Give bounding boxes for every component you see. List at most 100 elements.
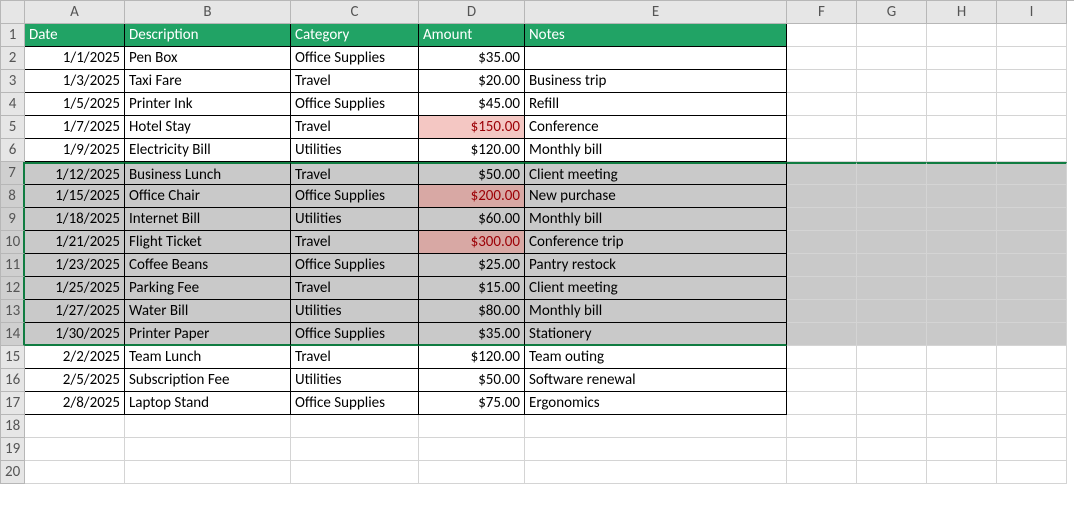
cell-category[interactable]: Utilities (291, 208, 419, 231)
col-header-A[interactable]: A (25, 1, 125, 24)
cell-date[interactable]: 1/9/2025 (25, 139, 125, 162)
cell-date[interactable]: 1/1/2025 (25, 47, 125, 70)
row-header-8[interactable]: 8 (1, 185, 25, 208)
cell-blank[interactable] (857, 47, 927, 70)
select-all-corner[interactable] (1, 1, 25, 24)
cell-blank[interactable] (927, 277, 997, 300)
cell-empty[interactable] (525, 438, 787, 461)
col-header-H[interactable]: H (927, 1, 997, 24)
cell-date[interactable]: 1/15/2025 (25, 185, 125, 208)
cell-description[interactable]: Printer Paper (125, 323, 291, 346)
cell-category[interactable]: Travel (291, 162, 419, 185)
row-header-6[interactable]: 6 (1, 139, 25, 162)
cell-blank[interactable] (787, 231, 857, 254)
cell-empty[interactable] (787, 415, 857, 438)
cell-blank[interactable] (997, 24, 1067, 47)
cell-blank[interactable] (997, 254, 1067, 277)
cell-amount[interactable]: $45.00 (419, 93, 525, 116)
cell-date[interactable]: 1/18/2025 (25, 208, 125, 231)
row-header-1[interactable]: 1 (1, 24, 25, 47)
cell-description[interactable]: Printer Ink (125, 93, 291, 116)
cell-category[interactable]: Office Supplies (291, 185, 419, 208)
cell-notes[interactable]: Conference (525, 116, 787, 139)
row-header-15[interactable]: 15 (1, 346, 25, 369)
cell-blank[interactable] (787, 300, 857, 323)
row-header-20[interactable]: 20 (1, 461, 25, 484)
cell-blank[interactable] (857, 323, 927, 346)
row-header-16[interactable]: 16 (1, 369, 25, 392)
row-header-13[interactable]: 13 (1, 300, 25, 323)
cell-description[interactable]: Water Bill (125, 300, 291, 323)
cell-date[interactable]: 1/3/2025 (25, 70, 125, 93)
col-header-F[interactable]: F (787, 1, 857, 24)
cell-date[interactable]: 1/27/2025 (25, 300, 125, 323)
cell-date[interactable]: 1/12/2025 (25, 162, 125, 185)
cell-description[interactable]: Laptop Stand (125, 392, 291, 415)
cell-description[interactable]: Business Lunch (125, 162, 291, 185)
cell-blank[interactable] (927, 208, 997, 231)
cell-blank[interactable] (927, 369, 997, 392)
cell-blank[interactable] (787, 116, 857, 139)
cell-empty[interactable] (125, 415, 291, 438)
cell-empty[interactable] (419, 415, 525, 438)
cell-blank[interactable] (927, 24, 997, 47)
cell-description[interactable]: Flight Ticket (125, 231, 291, 254)
cell-empty[interactable] (291, 438, 419, 461)
cell-category[interactable]: Office Supplies (291, 47, 419, 70)
cell-blank[interactable] (857, 116, 927, 139)
cell-blank[interactable] (997, 369, 1067, 392)
cell-description[interactable]: Team Lunch (125, 346, 291, 369)
row-header-5[interactable]: 5 (1, 116, 25, 139)
col-header-G[interactable]: G (857, 1, 927, 24)
cell-amount[interactable]: $50.00 (419, 369, 525, 392)
cell-notes[interactable] (525, 47, 787, 70)
cell-notes[interactable]: New purchase (525, 185, 787, 208)
cell-date[interactable]: 1/23/2025 (25, 254, 125, 277)
cell-description[interactable]: Subscription Fee (125, 369, 291, 392)
cell-blank[interactable] (997, 300, 1067, 323)
cell-description[interactable]: Office Chair (125, 185, 291, 208)
cell-blank[interactable] (787, 93, 857, 116)
cell-blank[interactable] (857, 70, 927, 93)
row-header-4[interactable]: 4 (1, 93, 25, 116)
cell-blank[interactable] (927, 392, 997, 415)
cell-description[interactable]: Pen Box (125, 47, 291, 70)
cell-blank[interactable] (787, 47, 857, 70)
cell-blank[interactable] (927, 139, 997, 162)
cell-category[interactable]: Travel (291, 116, 419, 139)
row-header-12[interactable]: 12 (1, 277, 25, 300)
cell-notes[interactable]: Team outing (525, 346, 787, 369)
cell-blank[interactable] (927, 70, 997, 93)
cell-empty[interactable] (997, 415, 1067, 438)
cell-date[interactable]: 2/2/2025 (25, 346, 125, 369)
cell-blank[interactable] (927, 185, 997, 208)
cell-blank[interactable] (787, 185, 857, 208)
cell-blank[interactable] (857, 346, 927, 369)
cell-blank[interactable] (997, 116, 1067, 139)
cell-date[interactable]: 2/8/2025 (25, 392, 125, 415)
cell-blank[interactable] (997, 93, 1067, 116)
cell-amount[interactable]: $15.00 (419, 277, 525, 300)
cell-blank[interactable] (927, 93, 997, 116)
cell-blank[interactable] (787, 346, 857, 369)
spreadsheet-grid[interactable]: ABCDEFGHI1DateDescriptionCategoryAmountN… (0, 0, 1074, 484)
cell-blank[interactable] (787, 139, 857, 162)
cell-amount[interactable]: $25.00 (419, 254, 525, 277)
cell-notes[interactable]: Software renewal (525, 369, 787, 392)
cell-empty[interactable] (787, 461, 857, 484)
cell-blank[interactable] (857, 277, 927, 300)
cell-empty[interactable] (525, 415, 787, 438)
cell-blank[interactable] (857, 254, 927, 277)
cell-blank[interactable] (997, 277, 1067, 300)
cell-empty[interactable] (857, 415, 927, 438)
cell-date[interactable]: 2/5/2025 (25, 369, 125, 392)
cell-description[interactable]: Electricity Bill (125, 139, 291, 162)
cell-blank[interactable] (997, 185, 1067, 208)
cell-category[interactable]: Office Supplies (291, 323, 419, 346)
cell-notes[interactable]: Pantry restock (525, 254, 787, 277)
cell-description[interactable]: Internet Bill (125, 208, 291, 231)
cell-empty[interactable] (857, 461, 927, 484)
cell-blank[interactable] (857, 208, 927, 231)
cell-empty[interactable] (927, 415, 997, 438)
cell-blank[interactable] (857, 300, 927, 323)
